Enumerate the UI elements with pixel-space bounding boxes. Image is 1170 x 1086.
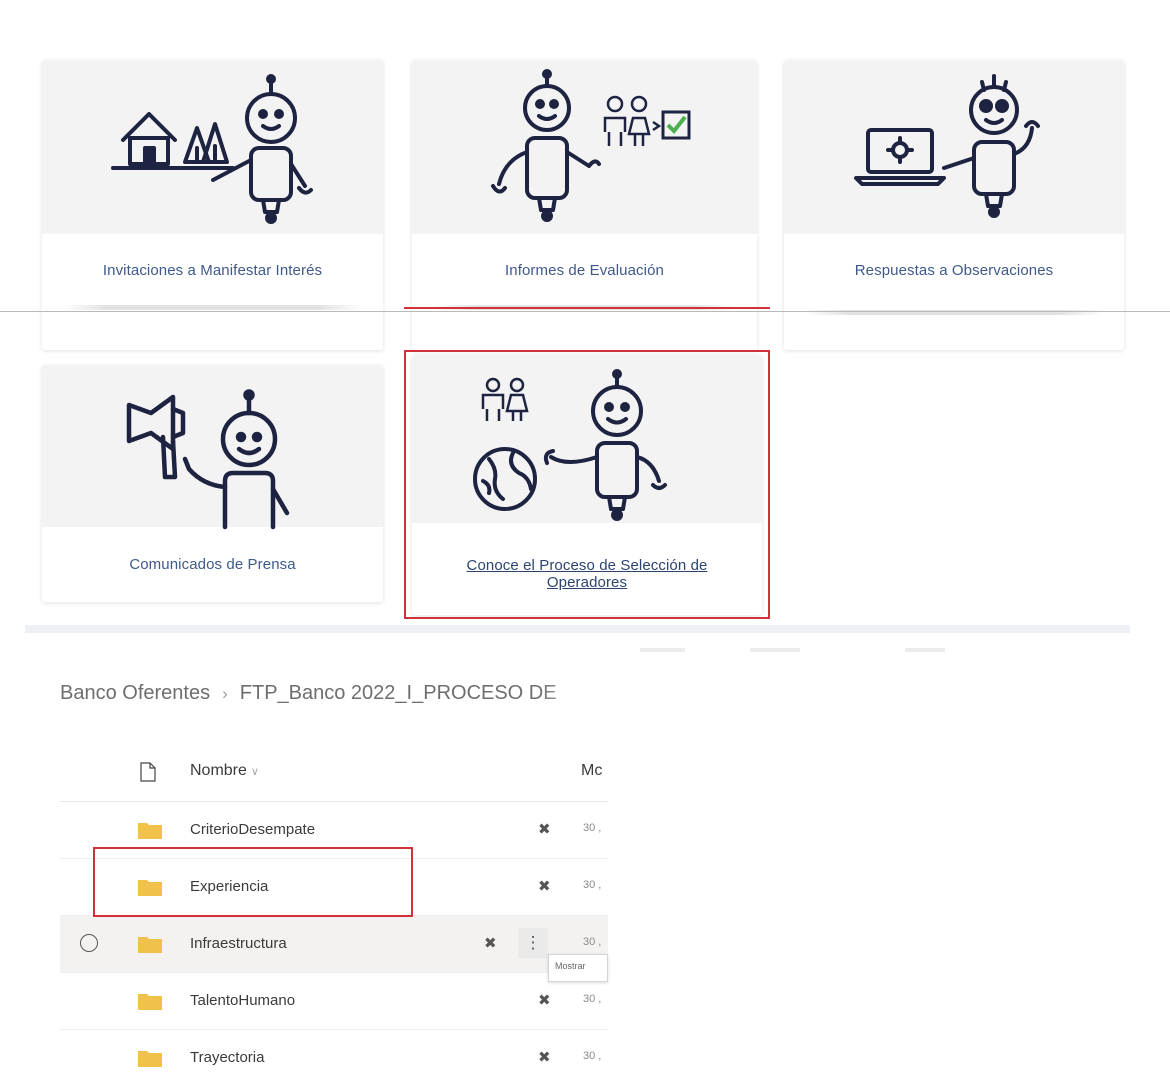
folder-icon: [138, 1051, 162, 1067]
file-modified: 30 ,: [583, 879, 602, 891]
row-select-radio[interactable]: [80, 934, 98, 952]
laptop-robot-icon: [854, 74, 1040, 218]
people-checkbox-robot-icon: [490, 69, 690, 222]
file-modified: 30 ,: [583, 1050, 602, 1062]
pin-icon[interactable]: ✖: [538, 877, 551, 895]
more-actions-icon[interactable]: ⋮: [518, 928, 548, 958]
column-header-modified[interactable]: Mc: [581, 762, 602, 780]
breadcrumb-current[interactable]: FTP_Banco 2022_I_PROCESO DE: [240, 682, 557, 705]
house-trees-robot-icon: [110, 74, 313, 224]
breadcrumb: Banco Oferentes › FTP_Banco 2022_I_PROCE…: [60, 682, 557, 705]
card-label[interactable]: Informes de Evaluación: [412, 262, 757, 279]
file-name[interactable]: Trayectoria: [190, 1049, 264, 1066]
file-modified: 30 ,: [583, 822, 602, 834]
highlight-box-card: [404, 350, 770, 619]
folder-icon: [138, 994, 162, 1010]
file-modified: 30 ,: [583, 936, 602, 948]
card-illustration: [412, 60, 757, 234]
megaphone-robot-icon: [126, 389, 289, 530]
pin-icon[interactable]: ✖: [538, 991, 551, 1009]
chevron-down-icon: ∨: [250, 766, 259, 778]
card-illustration: [42, 60, 383, 234]
list-item[interactable]: Infraestructura ✖ ⋮ 30 ,: [60, 916, 608, 973]
card-illustration: [784, 60, 1124, 234]
breadcrumb-root[interactable]: Banco Oferentes: [60, 682, 210, 705]
highlight-underline: [404, 307, 770, 309]
card-comunicados[interactable]: Comunicados de Prensa: [42, 365, 383, 602]
highlight-box-row: [93, 847, 413, 917]
file-type-icon: [140, 762, 156, 782]
tooltip: Mostrar: [548, 954, 608, 982]
card-respuestas[interactable]: Respuestas a Observaciones: [784, 60, 1124, 350]
list-item[interactable]: Trayectoria ✖ 30 ,: [60, 1030, 608, 1086]
section-divider-fragment: [905, 648, 945, 652]
column-header-name-label: Nombre: [190, 762, 247, 779]
pin-icon[interactable]: ✖: [538, 1048, 551, 1066]
section-divider: [25, 625, 1130, 633]
section-divider-fragment: [640, 648, 685, 652]
file-name[interactable]: Infraestructura: [190, 935, 287, 952]
chevron-right-icon: ›: [222, 683, 228, 703]
folder-icon: [138, 937, 162, 953]
card-label[interactable]: Comunicados de Prensa: [42, 556, 383, 573]
file-name[interactable]: TalentoHumano: [190, 992, 295, 1009]
pin-icon[interactable]: ✖: [484, 934, 497, 952]
card-invitaciones[interactable]: Invitaciones a Manifestar Interés: [42, 60, 383, 350]
section-divider-fragment: [750, 648, 800, 652]
card-illustration: [42, 365, 383, 530]
card-label[interactable]: Respuestas a Observaciones: [784, 262, 1124, 279]
folder-icon: [138, 823, 162, 839]
file-modified: 30 ,: [583, 993, 602, 1005]
file-name[interactable]: CriterioDesempate: [190, 821, 315, 838]
column-header-name[interactable]: Nombre ∨: [190, 762, 259, 780]
list-item[interactable]: TalentoHumano ✖ 30 ,: [60, 973, 608, 1030]
page-divider: [0, 311, 1170, 312]
pin-icon[interactable]: ✖: [538, 820, 551, 838]
card-label[interactable]: Invitaciones a Manifestar Interés: [42, 262, 383, 279]
list-header: Nombre ∨ Mc: [60, 745, 608, 802]
card-description-text: [62, 305, 363, 310]
breadcrumb-fade: [540, 676, 620, 716]
